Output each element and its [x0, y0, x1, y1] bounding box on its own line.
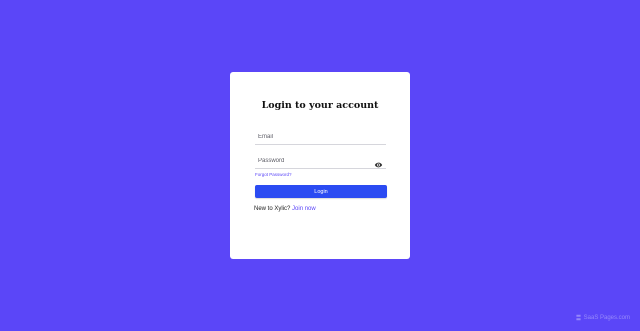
login-button[interactable]: Login	[255, 185, 387, 198]
password-field	[255, 153, 386, 169]
forgot-password-link[interactable]: Forgot Password?	[255, 172, 292, 177]
eye-icon-graphic	[374, 162, 383, 168]
watermark-logo-icon	[576, 314, 581, 321]
login-card: Login to your account Forgot Password? L…	[230, 72, 410, 259]
signup-row: New to Xylic? Join now	[254, 206, 316, 212]
watermark: SaaS Pages.com	[575, 314, 630, 321]
join-now-link[interactable]: Join now	[292, 206, 316, 212]
email-field	[255, 129, 386, 145]
page-title: Login to your account	[261, 100, 379, 111]
signup-prompt: New to Xylic?	[254, 206, 291, 212]
watermark-label: SaaS Pages.com	[583, 314, 630, 321]
page: { "login": { "title": "Login to your acc…	[0, 0, 640, 331]
eye-icon[interactable]	[374, 156, 383, 168]
email-input[interactable]	[255, 129, 386, 144]
password-input[interactable]	[255, 153, 386, 168]
